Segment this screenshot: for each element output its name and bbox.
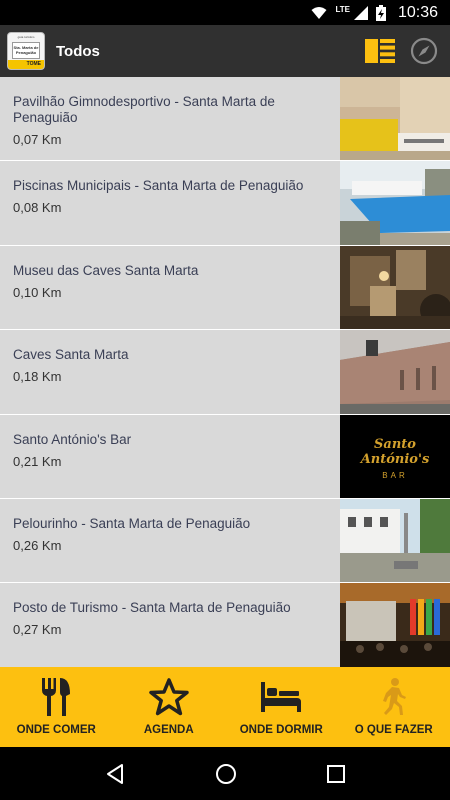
tab-onde-dormir[interactable]: ONDE DORMIR: [225, 667, 338, 747]
back-icon[interactable]: [104, 763, 126, 785]
tab-label: O QUE FAZER: [354, 724, 433, 736]
list-item[interactable]: Santo António's Bar 0,21 Km Santo Antóni…: [0, 414, 450, 499]
bottom-tab-bar: ONDE COMER AGENDA ONDE DORMIR O QUE FAZE…: [0, 667, 450, 747]
bar-logo-sub: BAR: [382, 470, 408, 480]
app-bar: guia turistico Sta. Marta de Penaguião T…: [0, 25, 450, 77]
tab-agenda[interactable]: AGENDA: [113, 667, 226, 747]
tourism-office-photo: [340, 583, 450, 667]
list-view-icon: [365, 39, 395, 63]
home-icon[interactable]: [215, 763, 237, 785]
tab-onde-comer[interactable]: ONDE COMER: [0, 667, 113, 747]
place-name: Santo António's Bar: [13, 431, 132, 447]
list-item[interactable]: Posto de Turismo - Santa Marta de Penagu…: [0, 583, 450, 667]
status-bar: LTE 10:36: [0, 0, 450, 25]
network-type: LTE: [335, 5, 350, 14]
pavilion-photo: [340, 77, 450, 161]
place-name: Museu das Caves Santa Marta: [13, 262, 199, 278]
app-logo[interactable]: guia turistico Sta. Marta de Penaguião T…: [7, 32, 45, 70]
pool-photo: [340, 161, 450, 245]
place-distance: 0,26 Km: [13, 537, 62, 553]
map-view-button[interactable]: [406, 33, 442, 69]
star-icon: [149, 678, 189, 716]
museum-photo: [340, 245, 450, 330]
list-item[interactable]: Piscinas Municipais - Santa Marta de Pen…: [0, 161, 450, 246]
place-name: Piscinas Municipais - Santa Marta de Pen…: [13, 178, 304, 194]
fork-knife-icon: [42, 678, 71, 716]
place-distance: 0,08 Km: [13, 200, 62, 216]
signal-icon: [353, 5, 368, 20]
page-title: Todos: [56, 42, 100, 60]
recents-icon[interactable]: [326, 764, 346, 784]
list-item[interactable]: Pavilhão Gimnodesportivo - Santa Marta d…: [0, 77, 450, 162]
tab-label: ONDE COMER: [16, 724, 96, 736]
place-distance: 0,07 Km: [13, 132, 62, 147]
tab-label: AGENDA: [143, 724, 194, 736]
bar-logo-text: Santo António's: [360, 436, 430, 467]
list-item[interactable]: Pelourinho - Santa Marta de Penaguião 0,…: [0, 498, 450, 584]
bed-icon: [261, 682, 302, 712]
place-name: Posto de Turismo - Santa Marta de Penagu…: [13, 600, 291, 616]
wifi-icon: [311, 6, 327, 19]
tab-label: ONDE DORMIR: [239, 724, 323, 736]
logo-brand-text: TOME: [8, 60, 44, 69]
pillory-photo: [340, 498, 450, 583]
logo-main-text: Sta. Marta de Penaguião: [12, 42, 40, 59]
place-name: Caves Santa Marta: [13, 347, 129, 363]
place-distance: 0,27 Km: [13, 622, 62, 638]
place-distance: 0,21 Km: [13, 453, 62, 469]
clock: 10:36: [397, 3, 438, 21]
tab-o-que-fazer[interactable]: O QUE FAZER: [338, 667, 450, 747]
caves-photo: [340, 330, 450, 414]
walking-person-icon: [382, 678, 406, 715]
places-list[interactable]: Pavilhão Gimnodesportivo - Santa Marta d…: [0, 77, 450, 667]
list-item[interactable]: Museu das Caves Santa Marta 0,10 Km: [0, 245, 450, 331]
compass-icon: [410, 37, 438, 65]
list-item[interactable]: Caves Santa Marta 0,18 Km: [0, 330, 450, 415]
place-name: Pavilhão Gimnodesportivo - Santa Marta d…: [13, 94, 275, 125]
bar-logo-photo: Santo António's BAR: [340, 414, 450, 498]
system-nav-bar: [0, 747, 450, 800]
place-distance: 0,18 Km: [13, 369, 62, 385]
list-view-button[interactable]: [362, 33, 398, 69]
logo-top-text: guia turistico: [17, 35, 35, 39]
place-name: Pelourinho - Santa Marta de Penaguião: [13, 515, 251, 531]
battery-charging-icon: [375, 4, 386, 21]
place-distance: 0,10 Km: [13, 284, 62, 300]
